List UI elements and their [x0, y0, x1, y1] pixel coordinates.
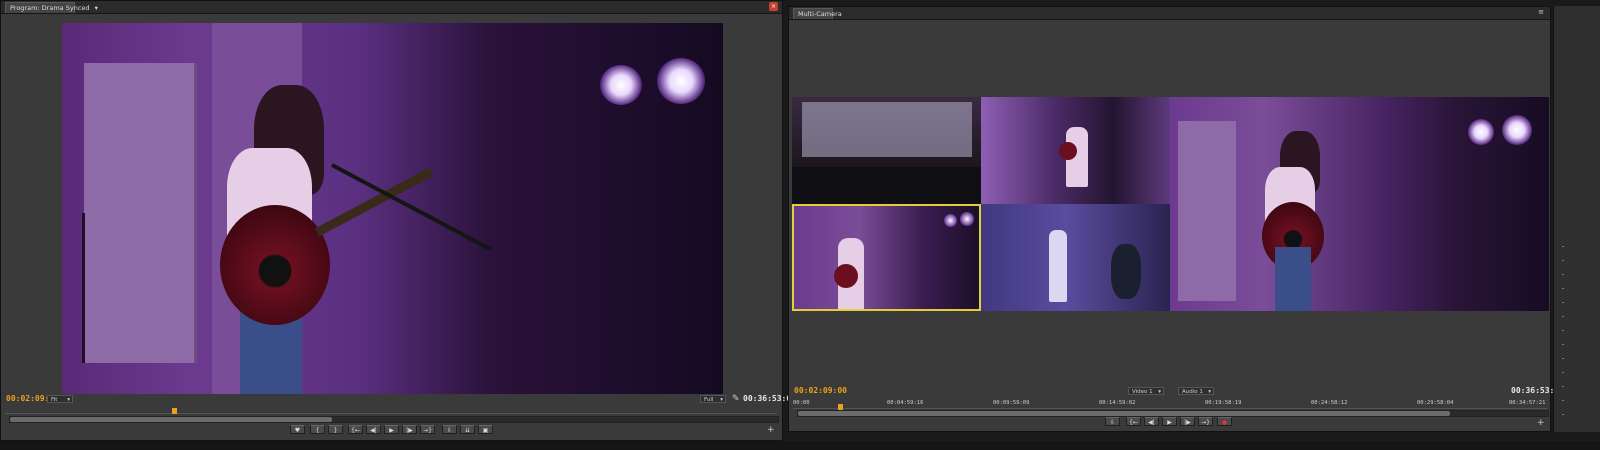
camera-3-preview[interactable] [792, 204, 981, 311]
video-track-label: Video 1 [1132, 389, 1153, 395]
multicam-insert-button[interactable]: ⇩ [1105, 417, 1120, 426]
record-button[interactable]: ● [1217, 417, 1232, 426]
multicam-time-ruler[interactable]: 00:00 00:04:59:16 00:09:59:09 00:14:59:0… [793, 400, 1547, 410]
multicam-current-timecode[interactable]: 00:02:09:00 [794, 386, 847, 395]
multicam-go-to-out-button[interactable]: →} [1198, 417, 1213, 426]
playback-resolution-dropdown[interactable]: Full [700, 395, 726, 404]
program-monitor-tab[interactable]: Program: Drama Synced ▾ [5, 2, 98, 13]
guitar-neck [314, 167, 434, 237]
ruler-label: 00:04:59:16 [887, 400, 924, 406]
stage-light-left [600, 65, 642, 105]
cam1-audience [792, 167, 981, 204]
step-forward-button[interactable]: |▶ [402, 425, 417, 434]
camera-4-preview[interactable] [981, 204, 1170, 311]
program-preview [1170, 97, 1549, 311]
ruler-label: 00:34:57:21 [1509, 400, 1546, 406]
play-button[interactable]: ▶ [384, 425, 399, 434]
camera-2-preview[interactable] [981, 97, 1170, 204]
multicam-monitor-tab[interactable]: Multi-Camera [793, 8, 842, 19]
program-zoom-scrollbar[interactable] [9, 416, 779, 423]
zoom-level-dropdown[interactable]: Fit [47, 395, 73, 404]
multicam-play-button[interactable]: ▶ [1162, 417, 1177, 426]
tab-menu-icon[interactable]: ▾ [95, 4, 98, 12]
export-frame-button[interactable]: ▣ [478, 425, 493, 434]
bottom-status-strip [0, 441, 1600, 450]
multicam-zoom-scrollbar[interactable] [797, 410, 1549, 417]
program-playhead[interactable] [172, 408, 177, 414]
ruler-label: 00:14:59:02 [1099, 400, 1136, 406]
multicam-monitor-tab-label: Multi-Camera [798, 10, 842, 18]
candle-stand [82, 213, 125, 363]
multicam-monitor-panel: Multi-Camera ≡ 00:02:09:00 Video 1 Audio… [788, 6, 1564, 432]
multicam-zoom-scroll-thumb[interactable] [798, 411, 1450, 416]
preview-door [1178, 121, 1236, 301]
close-icon[interactable]: × [769, 2, 778, 11]
camera-1-preview[interactable] [792, 97, 981, 204]
stage-light-right [657, 58, 705, 104]
zoom-level-label: Fit [51, 397, 58, 403]
video-track-dropdown[interactable]: Video 1 [1128, 387, 1164, 396]
ruler-label: 00:00 [793, 400, 810, 406]
program-video-frame [62, 23, 723, 394]
audio-meter-scale [1562, 246, 1564, 426]
go-to-out-button[interactable]: →} [420, 425, 435, 434]
program-time-ruler[interactable] [5, 405, 777, 414]
cam2-guitar [1059, 142, 1077, 160]
program-monitor-tabbar: Program: Drama Synced ▾ × [1, 1, 782, 14]
cam3-guitar [834, 264, 858, 288]
preview-singer-jeans [1275, 247, 1311, 311]
audio-track-label: Audio 1 [1182, 389, 1203, 395]
cam3-light-right [960, 212, 974, 226]
multicam-monitor-tabbar: Multi-Camera ≡ [789, 7, 1550, 20]
program-monitor-panel: Program: Drama Synced ▾ × 00:02:09:00 Fi… [0, 0, 796, 441]
extract-button[interactable]: ⇊ [460, 425, 475, 434]
multicam-button-editor-plus-icon[interactable]: + [1537, 418, 1545, 428]
preview-light-left [1468, 119, 1494, 145]
ruler-label: 00:29:58:04 [1417, 400, 1454, 406]
audio-meter-strip [1553, 6, 1600, 432]
playback-resolution-label: Full [704, 397, 714, 403]
step-back-button[interactable]: ◀| [366, 425, 381, 434]
multicam-step-back-button[interactable]: ◀| [1144, 417, 1159, 426]
cam1-stage-wall [802, 102, 972, 157]
audio-track-dropdown[interactable]: Audio 1 [1178, 387, 1214, 396]
cam3-light-left [944, 214, 957, 227]
cam4-singer [1049, 230, 1067, 302]
wrench-icon[interactable]: ✎ [732, 394, 740, 404]
multicam-go-to-in-button[interactable]: {← [1126, 417, 1141, 426]
program-zoom-scroll-thumb[interactable] [10, 417, 332, 422]
go-to-in-button[interactable]: {← [348, 425, 363, 434]
mark-out-button[interactable]: } [328, 425, 343, 434]
mark-in-button[interactable]: { [310, 425, 325, 434]
ruler-label: 00:09:59:09 [993, 400, 1030, 406]
preview-light-right [1502, 115, 1532, 145]
guitar-body [220, 205, 330, 325]
cam4-plant [1111, 244, 1141, 299]
ruler-label: 00:24:58:12 [1311, 400, 1348, 406]
add-marker-button[interactable]: ♥ [290, 425, 305, 434]
lift-button[interactable]: ⇩ [442, 425, 457, 434]
ruler-label: 00:19:58:19 [1205, 400, 1242, 406]
program-monitor-tab-label: Program: Drama Synced [10, 4, 90, 12]
button-editor-plus-icon[interactable]: + [767, 425, 775, 435]
multicam-step-forward-button[interactable]: |▶ [1180, 417, 1195, 426]
panel-menu-icon[interactable]: ≡ [1538, 8, 1544, 16]
